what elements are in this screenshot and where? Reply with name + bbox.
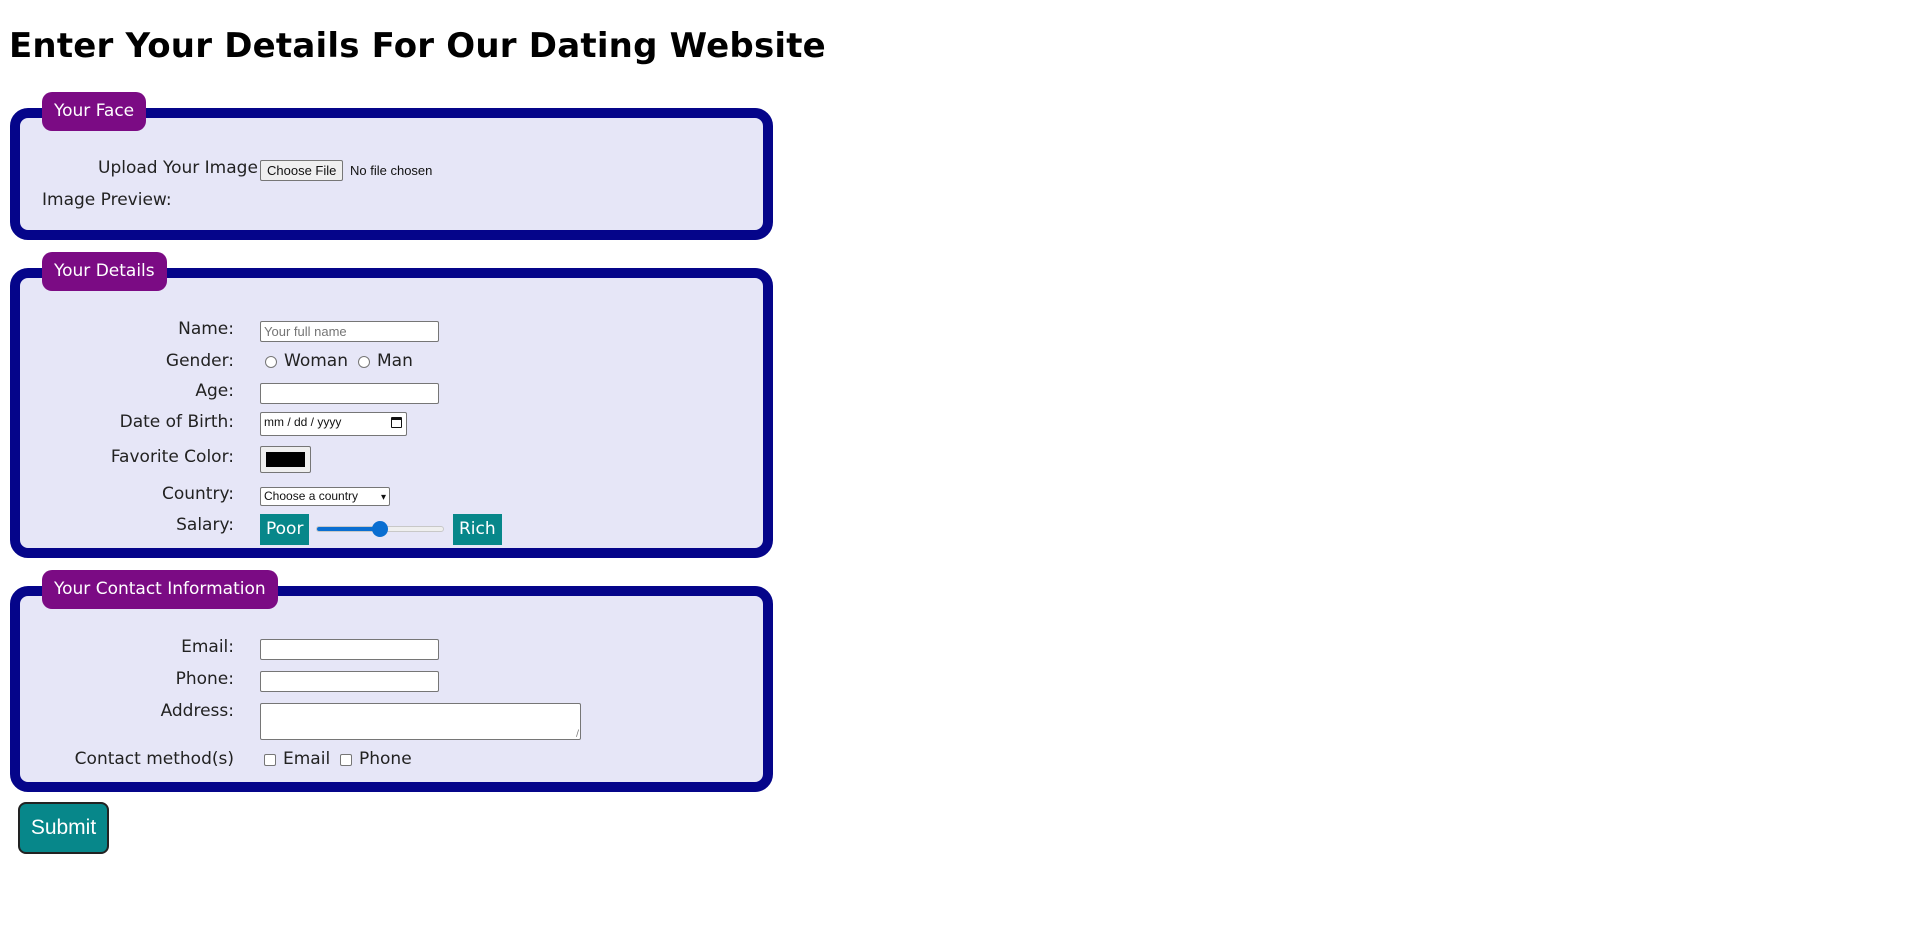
name-label: Name: [178, 319, 234, 339]
image-preview-label: Image Preview: [42, 190, 172, 210]
resize-handle-icon[interactable]: ∕ [576, 730, 579, 739]
color-swatch [266, 452, 305, 467]
page: Enter Your Details For Our Dating Websit… [0, 0, 1920, 937]
contact-phone-checkbox[interactable] [340, 754, 352, 766]
salary-poor-tag: Poor [260, 514, 310, 545]
phone-label: Phone: [175, 669, 234, 689]
email-input[interactable] [260, 639, 439, 660]
age-input[interactable] [260, 383, 439, 404]
contact-methods-label: Contact method(s) [74, 749, 234, 769]
country-selected-value: Choose a country [264, 489, 359, 503]
phone-input[interactable] [260, 671, 439, 692]
country-label: Country: [161, 484, 234, 504]
name-input[interactable] [260, 321, 439, 342]
chevron-down-icon: ▾ [380, 492, 386, 503]
gender-man-label: Man [377, 351, 413, 371]
face-legend: Your Face [42, 92, 147, 131]
country-select[interactable]: Choose a country ▾ [260, 487, 390, 506]
salary-label: Salary: [176, 515, 234, 535]
calendar-icon[interactable] [391, 417, 402, 428]
dob-label: Date of Birth: [119, 412, 234, 432]
contact-legend: Your Contact Information [42, 570, 278, 609]
gender-label: Gender: [165, 351, 234, 371]
dob-placeholder: mm / dd / yyyy [264, 415, 342, 429]
contact-phone-option-label: Phone [359, 749, 412, 769]
details-section: Your Details Name: Gender: Woman Man Age… [10, 252, 773, 558]
email-label: Email: [181, 637, 234, 657]
submit-button[interactable]: Submit [18, 802, 109, 854]
salary-rich-tag: Rich [453, 514, 502, 545]
favorite-color-picker[interactable] [260, 446, 311, 473]
age-label: Age: [195, 381, 234, 401]
choose-file-button[interactable]: Choose File [260, 160, 344, 181]
face-section: Your Face Upload Your Image Choose File … [10, 92, 773, 240]
dob-input[interactable]: mm / dd / yyyy [260, 412, 407, 436]
address-label: Address: [160, 701, 234, 721]
details-legend: Your Details [42, 252, 167, 291]
page-title: Enter Your Details For Our Dating Websit… [9, 26, 826, 66]
file-status-text: No file chosen [350, 163, 433, 178]
favorite-color-label: Favorite Color: [110, 447, 234, 467]
upload-image-label: Upload Your Image [98, 158, 258, 178]
salary-slider-thumb[interactable] [372, 521, 388, 537]
contact-email-checkbox[interactable] [264, 754, 276, 766]
gender-woman-label: Woman [284, 351, 348, 371]
gender-man-radio[interactable] [358, 356, 370, 368]
contact-section: Your Contact Information Email: Phone: A… [10, 570, 773, 792]
contact-email-option-label: Email [283, 749, 331, 769]
address-textarea[interactable]: ∕ [260, 703, 581, 740]
gender-woman-radio[interactable] [265, 356, 277, 368]
